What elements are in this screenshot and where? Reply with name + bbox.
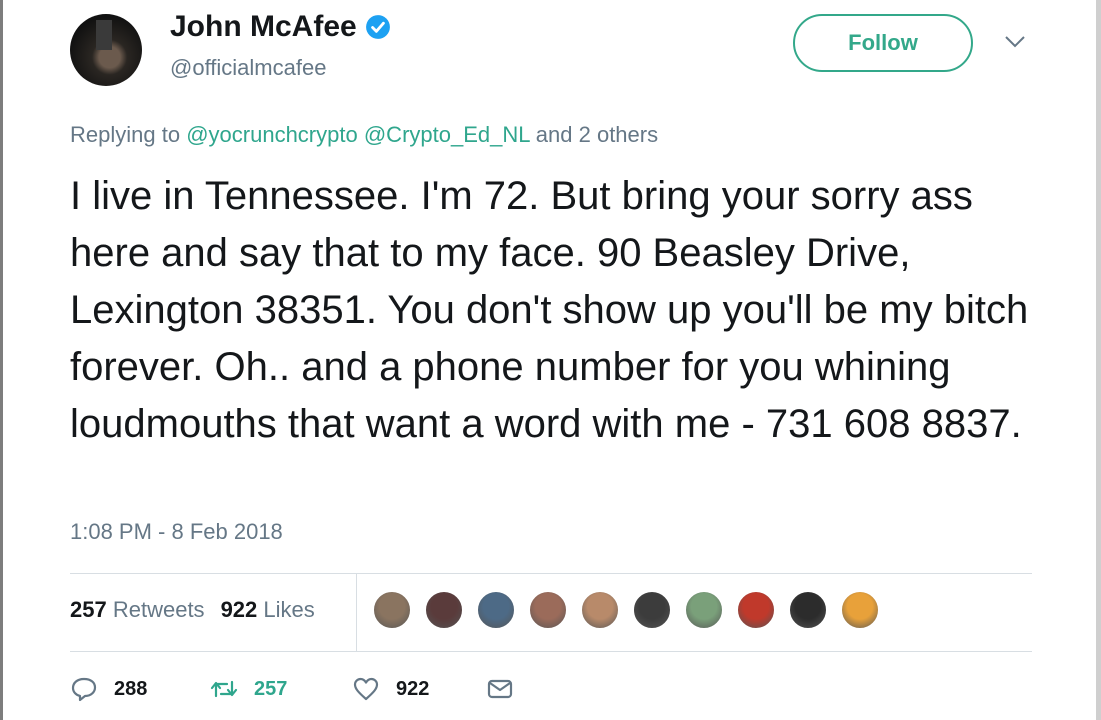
divider xyxy=(70,573,1032,574)
liker-avatar[interactable] xyxy=(788,590,828,630)
retweets-stat-label: Retweets xyxy=(112,597,205,622)
liker-avatar[interactable] xyxy=(528,590,568,630)
reply-mention-link[interactable]: @Crypto_Ed_NL xyxy=(364,122,530,147)
engagement-stats: 257 Retweets 922 Likes xyxy=(70,597,315,623)
author-avatar[interactable] xyxy=(70,14,142,86)
retweet-count: 257 xyxy=(254,677,288,700)
likes-stat-label: Likes xyxy=(263,597,315,622)
author-display-name[interactable]: John McAfee xyxy=(170,10,357,44)
divider xyxy=(356,573,357,651)
likes-stat[interactable]: 922 Likes xyxy=(221,597,315,623)
author-name-row: John McAfee xyxy=(170,10,391,44)
like-count: 922 xyxy=(396,677,430,700)
liker-avatar[interactable] xyxy=(580,590,620,630)
liker-avatars xyxy=(372,590,892,630)
follow-button[interactable]: Follow xyxy=(793,14,973,72)
chevron-down-icon[interactable] xyxy=(1003,34,1027,50)
liker-avatar[interactable] xyxy=(840,590,880,630)
like-action[interactable]: 922 xyxy=(352,676,429,702)
direct-message-action[interactable] xyxy=(486,676,514,702)
liker-avatar[interactable] xyxy=(476,590,516,630)
heart-icon xyxy=(353,677,379,701)
tweet-text: I live in Tennessee. I'm 72. But bring y… xyxy=(70,174,1029,446)
replying-to-line: Replying to @yocrunchcrypto @Crypto_Ed_N… xyxy=(70,122,658,148)
liker-avatar[interactable] xyxy=(424,590,464,630)
retweet-icon xyxy=(210,680,238,698)
divider xyxy=(70,651,1032,652)
replying-to-prefix: Replying to xyxy=(70,122,181,147)
reply-count: 288 xyxy=(114,677,148,700)
avatar-sign xyxy=(96,20,112,50)
liker-avatar[interactable] xyxy=(684,590,724,630)
tweet-timestamp[interactable]: 1:08 PM - 8 Feb 2018 xyxy=(70,519,283,545)
likes-stat-count: 922 xyxy=(220,597,258,622)
retweets-stat-count: 257 xyxy=(70,597,107,622)
replying-to-others[interactable]: and 2 others xyxy=(536,122,658,147)
envelope-icon xyxy=(487,679,513,699)
verified-badge-icon xyxy=(365,15,390,39)
reply-action[interactable]: 288 xyxy=(70,676,147,702)
reply-icon xyxy=(71,677,97,702)
reply-mention-link[interactable]: @yocrunchcrypto xyxy=(186,122,358,147)
retweets-stat[interactable]: 257 Retweets xyxy=(70,597,205,623)
liker-avatar[interactable] xyxy=(632,590,672,630)
author-handle[interactable]: @officialmcafee xyxy=(170,55,326,81)
frame-left-border xyxy=(0,0,3,720)
retweet-action[interactable]: 257 xyxy=(210,676,287,702)
frame-right-border xyxy=(1096,0,1101,720)
liker-avatar[interactable] xyxy=(372,590,412,630)
liker-avatar[interactable] xyxy=(736,590,776,630)
